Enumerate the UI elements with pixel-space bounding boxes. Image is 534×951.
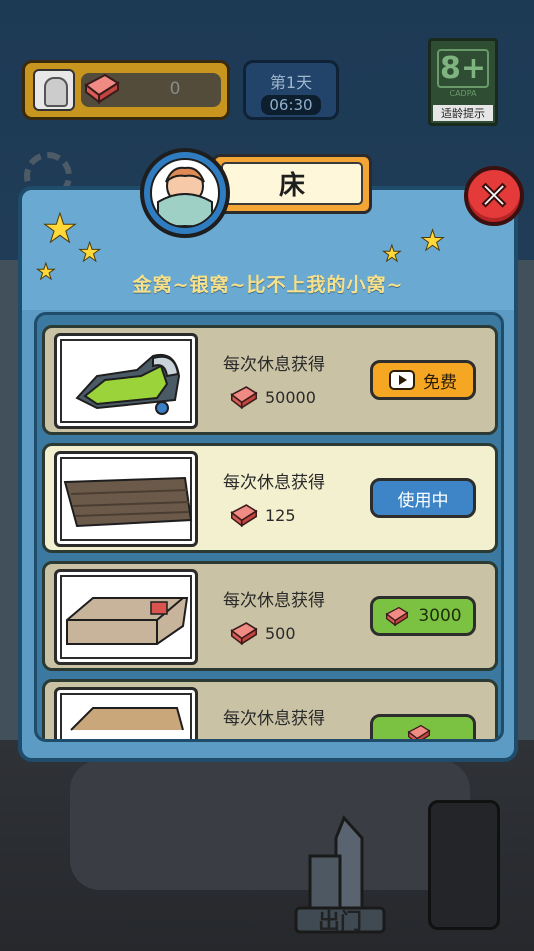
bed-list[interactable]: 每次休息获得 50000 免费 每次休息获得 125 使用中 每次休息获得 50… — [42, 325, 498, 739]
player-panel[interactable]: 0 — [22, 60, 230, 120]
sleeping-character-icon — [150, 158, 220, 228]
bed-thumbnail — [54, 569, 198, 665]
list-item: 每次休息获得 500 3000 — [42, 561, 498, 671]
phone-button[interactable] — [428, 800, 500, 930]
age-rating-badge: 8+ CADPA 适龄提示 — [428, 38, 498, 126]
age-org: CADPA — [449, 89, 477, 98]
close-button[interactable]: ✕ — [464, 166, 524, 226]
brick-icon — [230, 386, 258, 410]
bed-thumbnail — [54, 687, 198, 739]
button-label: 3000 — [418, 606, 462, 626]
item-reward: 50000 — [265, 388, 316, 407]
buy-button[interactable]: 3000 — [370, 596, 476, 636]
title-plate: 床 — [212, 154, 372, 214]
avatar[interactable] — [33, 69, 75, 111]
wooden-plank-bed-icon — [63, 476, 193, 528]
brick-icon — [230, 504, 258, 528]
modal-title: 床 — [221, 162, 363, 205]
star-icon: ★ — [77, 238, 102, 269]
bed-thumbnail — [54, 451, 198, 547]
exit-label: 出门 — [317, 910, 362, 935]
mattress-icon — [66, 597, 189, 645]
day-panel: 第1天 06:30 — [243, 60, 339, 120]
day-label: 第1天 — [269, 73, 313, 92]
bed-list-panel[interactable]: 每次休息获得 50000 免费 每次休息获得 125 使用中 每次休息获得 50… — [34, 312, 504, 742]
bed-thumbnail — [54, 333, 198, 429]
item-reward: 125 — [265, 506, 296, 525]
brick-icon — [84, 73, 120, 105]
item-description: 每次休息获得 — [223, 355, 325, 375]
button-label: 免费 — [423, 372, 457, 393]
buy-button[interactable] — [370, 714, 476, 739]
modal-subtitle: 金窝~银窝~比不上我的小窝~ — [132, 274, 404, 296]
list-item: 每次休息获得 — [42, 679, 498, 739]
star-icon: ★ — [42, 206, 79, 253]
list-item: 每次休息获得 125 使用中 — [42, 443, 498, 553]
item-description: 每次休息获得 — [223, 473, 325, 493]
brick-count: 0 — [169, 79, 181, 99]
star-icon: ★ — [419, 224, 446, 258]
brick-icon — [407, 724, 431, 739]
bed-frame-icon — [70, 707, 184, 731]
in-use-button[interactable]: 使用中 — [370, 478, 476, 518]
title-emblem — [140, 148, 230, 238]
floor-rug — [70, 760, 470, 890]
button-label: 使用中 — [397, 490, 449, 511]
brick-icon — [230, 622, 258, 646]
age-hint: 适龄提示 — [433, 105, 493, 121]
brick-icon — [385, 606, 409, 627]
racing-bed-icon — [75, 354, 181, 415]
exit-button[interactable]: 出门 — [290, 808, 390, 938]
close-icon: ✕ — [477, 174, 511, 218]
star-icon: ★ — [382, 242, 403, 268]
item-description: 每次休息获得 — [223, 709, 325, 729]
list-item: 每次休息获得 50000 免费 — [42, 325, 498, 435]
free-video-button[interactable]: 免费 — [370, 360, 476, 400]
clock-time: 06:30 — [261, 95, 321, 115]
item-reward: 500 — [265, 624, 296, 643]
bed-shop-modal: ★ ★ ★ ★ ★ 金窝~银窝~比不上我的小窝~ 每次休息获得 50000 免费… — [18, 186, 518, 762]
age-rating: 8+ — [437, 49, 489, 88]
video-icon — [389, 370, 415, 390]
item-description: 每次休息获得 — [223, 591, 325, 611]
